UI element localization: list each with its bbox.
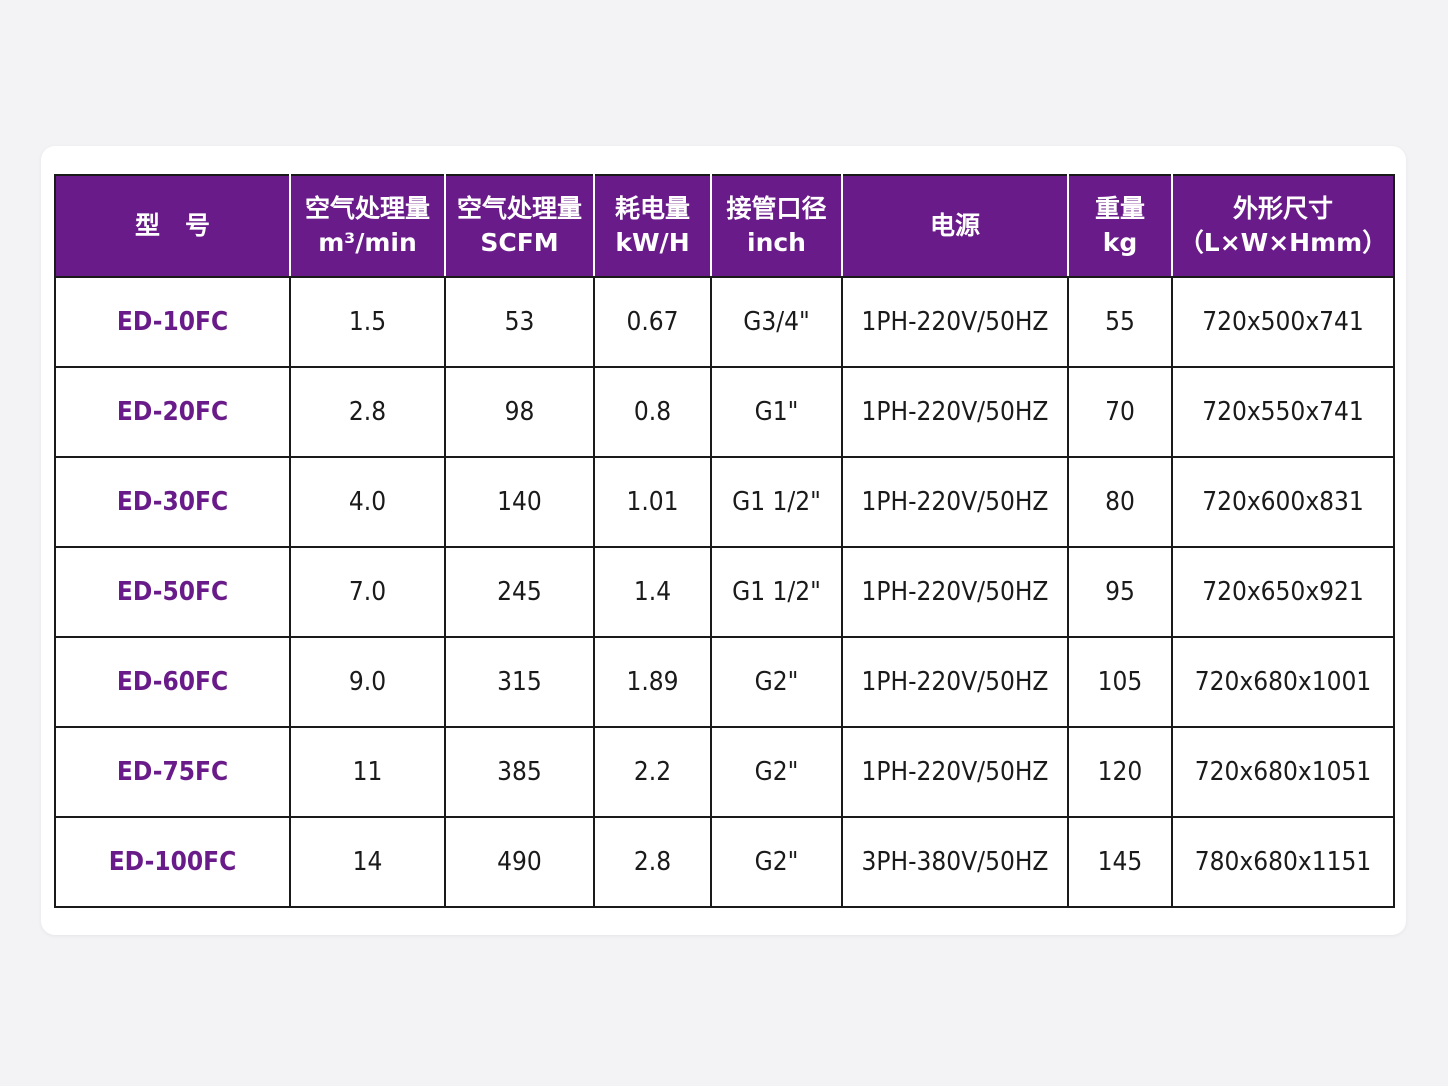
table-row: ED-50FC 7.0 245 1.4 G1 1/2" 1PH-220V/50H… — [54, 546, 1395, 638]
cell-flow-scfm: 385 — [444, 726, 595, 818]
cell-power: 1.01 — [593, 456, 712, 548]
cell-supply: 3PH-380V/50HZ — [841, 816, 1069, 908]
cell-flow-m3: 1.5 — [289, 276, 446, 368]
cell-flow-m3: 4.0 — [289, 456, 446, 548]
cell-supply: 1PH-220V/50HZ — [841, 456, 1069, 548]
table-row: ED-30FC 4.0 140 1.01 G1 1/2" 1PH-220V/50… — [54, 456, 1395, 548]
header-pipe-label: 接管口径 — [726, 194, 827, 223]
cell-weight: 70 — [1067, 366, 1173, 458]
table-row: ED-10FC 1.5 53 0.67 G3/4" 1PH-220V/50HZ … — [54, 276, 1395, 368]
cell-weight: 120 — [1067, 726, 1173, 818]
spec-table: 型 号 空气处理量 m³/min 空气处理量 SCFM 耗电量 kW/H 接管口… — [54, 174, 1395, 908]
table-row: ED-75FC 11 385 2.2 G2" 1PH-220V/50HZ 120… — [54, 726, 1395, 818]
cell-weight: 55 — [1067, 276, 1173, 368]
cell-pipe: G1 1/2" — [710, 456, 843, 548]
cell-model: ED-100FC — [54, 816, 291, 908]
cell-power: 2.2 — [593, 726, 712, 818]
header-pipe: 接管口径 inch — [710, 174, 843, 278]
cell-model: ED-20FC — [54, 366, 291, 458]
cell-supply: 1PH-220V/50HZ — [841, 726, 1069, 818]
cell-pipe: G1 1/2" — [710, 546, 843, 638]
cell-flow-m3: 2.8 — [289, 366, 446, 458]
header-dimensions-unit: （L×W×Hmm） — [1178, 228, 1388, 257]
header-weight: 重量 kg — [1067, 174, 1173, 278]
cell-pipe: G2" — [710, 636, 843, 728]
cell-model: ED-60FC — [54, 636, 291, 728]
header-supply: 电源 — [841, 174, 1069, 278]
cell-model: ED-75FC — [54, 726, 291, 818]
cell-flow-scfm: 315 — [444, 636, 595, 728]
cell-flow-m3: 11 — [289, 726, 446, 818]
cell-model: ED-30FC — [54, 456, 291, 548]
cell-weight: 80 — [1067, 456, 1173, 548]
header-power: 耗电量 kW/H — [593, 174, 712, 278]
header-pipe-unit: inch — [747, 228, 806, 257]
cell-flow-scfm: 245 — [444, 546, 595, 638]
header-flow-m3-unit: m³/min — [318, 228, 417, 257]
cell-dimensions: 720x680x1001 — [1171, 636, 1395, 728]
cell-pipe: G2" — [710, 726, 843, 818]
header-row: 型 号 空气处理量 m³/min 空气处理量 SCFM 耗电量 kW/H 接管口… — [54, 174, 1395, 278]
header-supply-label: 电源 — [929, 211, 980, 240]
cell-power: 0.67 — [593, 276, 712, 368]
cell-dimensions: 720x600x831 — [1171, 456, 1395, 548]
cell-pipe: G2" — [710, 816, 843, 908]
header-power-label: 耗电量 — [614, 194, 690, 223]
cell-power: 1.89 — [593, 636, 712, 728]
header-model: 型 号 — [54, 174, 291, 278]
cell-power: 0.8 — [593, 366, 712, 458]
cell-flow-scfm: 53 — [444, 276, 595, 368]
cell-weight: 105 — [1067, 636, 1173, 728]
header-flow-m3-label: 空气处理量 — [304, 194, 430, 223]
cell-pipe: G3/4" — [710, 276, 843, 368]
cell-power: 1.4 — [593, 546, 712, 638]
cell-pipe: G1" — [710, 366, 843, 458]
cell-supply: 1PH-220V/50HZ — [841, 546, 1069, 638]
cell-dimensions: 720x500x741 — [1171, 276, 1395, 368]
cell-flow-scfm: 140 — [444, 456, 595, 548]
header-flow-scfm-unit: SCFM — [480, 228, 559, 257]
cell-dimensions: 720x650x921 — [1171, 546, 1395, 638]
header-flow-m3: 空气处理量 m³/min — [289, 174, 446, 278]
header-dimensions: 外形尺寸 （L×W×Hmm） — [1171, 174, 1395, 278]
cell-weight: 95 — [1067, 546, 1173, 638]
header-flow-scfm: 空气处理量 SCFM — [444, 174, 595, 278]
cell-dimensions: 720x680x1051 — [1171, 726, 1395, 818]
cell-dimensions: 720x550x741 — [1171, 366, 1395, 458]
cell-model: ED-10FC — [54, 276, 291, 368]
table-row: ED-20FC 2.8 98 0.8 G1" 1PH-220V/50HZ 70 … — [54, 366, 1395, 458]
cell-flow-m3: 9.0 — [289, 636, 446, 728]
cell-weight: 145 — [1067, 816, 1173, 908]
cell-supply: 1PH-220V/50HZ — [841, 636, 1069, 728]
header-flow-scfm-label: 空气处理量 — [456, 194, 582, 223]
cell-flow-m3: 14 — [289, 816, 446, 908]
header-power-unit: kW/H — [615, 228, 690, 257]
cell-flow-scfm: 98 — [444, 366, 595, 458]
cell-supply: 1PH-220V/50HZ — [841, 276, 1069, 368]
cell-dimensions: 780x680x1151 — [1171, 816, 1395, 908]
cell-flow-scfm: 490 — [444, 816, 595, 908]
header-weight-label: 重量 — [1094, 194, 1145, 223]
header-weight-unit: kg — [1102, 228, 1138, 257]
header-dimensions-label: 外形尺寸 — [1232, 194, 1333, 223]
table-row: ED-100FC 14 490 2.8 G2" 3PH-380V/50HZ 14… — [54, 816, 1395, 908]
cell-model: ED-50FC — [54, 546, 291, 638]
cell-supply: 1PH-220V/50HZ — [841, 366, 1069, 458]
cell-flow-m3: 7.0 — [289, 546, 446, 638]
header-model-label: 型 号 — [134, 211, 210, 240]
table-row: ED-60FC 9.0 315 1.89 G2" 1PH-220V/50HZ 1… — [54, 636, 1395, 728]
cell-power: 2.8 — [593, 816, 712, 908]
